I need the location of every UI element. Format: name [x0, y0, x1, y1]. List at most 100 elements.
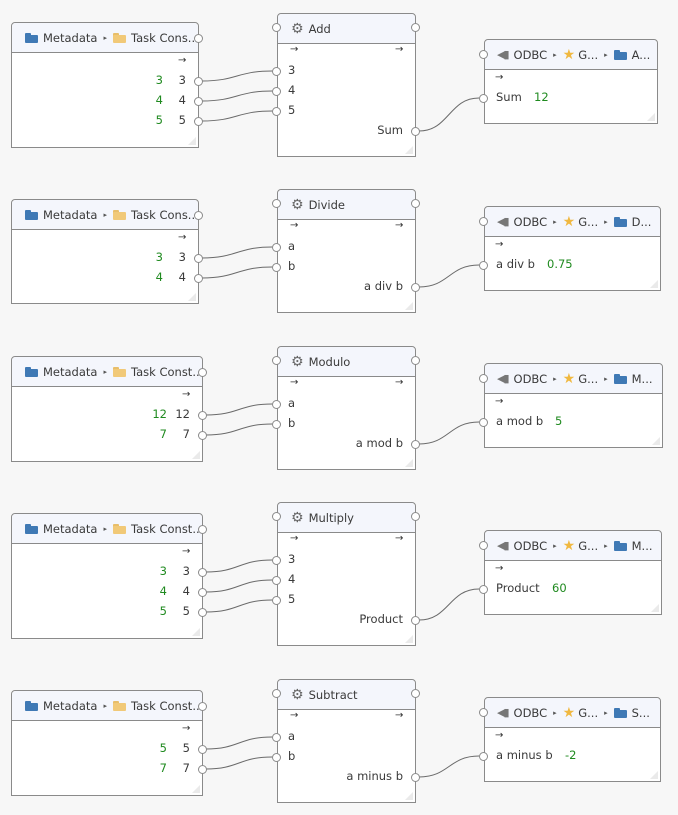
resize-grip-icon[interactable]	[650, 771, 658, 779]
operation-node-multiply[interactable]: ⚙ Multiply → → 3 4 5 Product	[272, 502, 420, 646]
operation-input-port[interactable]	[272, 23, 281, 32]
resize-grip-icon[interactable]	[188, 293, 196, 301]
operation-input-port[interactable]	[272, 87, 281, 96]
breadcrumb-item-odbc[interactable]: ◀▮ ODBC	[497, 215, 547, 229]
operation-input-port[interactable]	[272, 753, 281, 762]
source-node[interactable]: Metadata ▸ Task Cons... → 3 3 4 4	[11, 199, 203, 304]
operation-node-modulo[interactable]: ⚙ Modulo → → a b a mod b	[272, 346, 420, 470]
operation-result-port[interactable]	[411, 127, 420, 136]
breadcrumb-item-favorite[interactable]: ★ G...	[563, 48, 598, 62]
target-node-header[interactable]: ◀▮ ODBC ▸ ★ G... ▸ A...	[485, 40, 657, 70]
operation-result-port[interactable]	[411, 440, 420, 449]
target-node[interactable]: ◀▮ ODBC ▸ ★ G... ▸ M... → a mod b 5	[479, 363, 663, 448]
breadcrumb-item-folder[interactable]: A...	[613, 48, 650, 62]
resize-grip-icon[interactable]	[192, 451, 200, 459]
connection-wire[interactable]	[205, 599, 273, 613]
operation-input-port[interactable]	[272, 263, 281, 272]
constant-output-port[interactable]	[198, 568, 207, 577]
resize-grip-icon[interactable]	[650, 280, 658, 288]
resize-grip-icon[interactable]	[188, 137, 196, 145]
operation-output-port[interactable]	[411, 199, 420, 208]
operation-input-port[interactable]	[272, 420, 281, 429]
operation-input-port[interactable]	[272, 107, 281, 116]
target-node-header[interactable]: ◀▮ ODBC ▸ ★ G... ▸ M...	[485, 364, 662, 394]
connection-wire[interactable]	[205, 579, 273, 593]
resize-grip-icon[interactable]	[405, 792, 413, 800]
target-input-port[interactable]	[479, 708, 488, 717]
resize-grip-icon[interactable]	[192, 628, 200, 636]
operation-node-subtract[interactable]: ⚙ Subtract → → a b a minus b	[272, 679, 420, 803]
constant-output-port[interactable]	[194, 77, 203, 86]
target-node-header[interactable]: ◀▮ ODBC ▸ ★ G... ▸ S...	[485, 698, 660, 728]
target-node[interactable]: ◀▮ ODBC ▸ ★ G... ▸ S... → a minus b -2	[479, 697, 661, 782]
source-node[interactable]: Metadata ▸ Task Const... → 12 12 7 7	[11, 356, 207, 462]
resize-grip-icon[interactable]	[405, 146, 413, 154]
operation-input-port[interactable]	[272, 596, 281, 605]
operation-input-port[interactable]	[272, 356, 281, 365]
breadcrumb-item-metadata[interactable]: Metadata	[25, 365, 97, 379]
operation-result-port[interactable]	[411, 283, 420, 292]
breadcrumb-item-odbc[interactable]: ◀▮ ODBC	[497, 48, 547, 62]
connection-wire[interactable]	[201, 266, 273, 279]
operation-node-header[interactable]: ⚙ Subtract	[278, 680, 415, 710]
target-input-port[interactable]	[479, 541, 488, 550]
source-node-header[interactable]: Metadata ▸ Task Cons...	[12, 23, 198, 53]
breadcrumb-item-favorite[interactable]: ★ G...	[563, 539, 598, 553]
source-node-header[interactable]: Metadata ▸ Task Const...	[12, 514, 202, 544]
operation-output-port[interactable]	[411, 23, 420, 32]
breadcrumb-item-metadata[interactable]: Metadata	[25, 522, 97, 536]
operation-result-port[interactable]	[411, 773, 420, 782]
constant-output-port[interactable]	[198, 608, 207, 617]
resize-grip-icon[interactable]	[405, 635, 413, 643]
operation-node-header[interactable]: ⚙ Modulo	[278, 347, 415, 377]
operation-input-port[interactable]	[272, 243, 281, 252]
target-field-port[interactable]	[479, 585, 488, 594]
operation-output-port[interactable]	[411, 512, 420, 521]
breadcrumb-item-favorite[interactable]: ★ G...	[563, 706, 598, 720]
operation-node-header[interactable]: ⚙ Divide	[278, 190, 415, 220]
resize-grip-icon[interactable]	[405, 302, 413, 310]
operation-output-port[interactable]	[411, 689, 420, 698]
breadcrumb-item-task-constants[interactable]: Task Const...	[112, 522, 202, 536]
breadcrumb-item-folder[interactable]: D...	[613, 215, 651, 229]
breadcrumb-item-odbc[interactable]: ◀▮ ODBC	[497, 539, 547, 553]
resize-grip-icon[interactable]	[647, 113, 655, 121]
operation-input-port[interactable]	[272, 576, 281, 585]
constant-output-port[interactable]	[198, 588, 207, 597]
target-node-header[interactable]: ◀▮ ODBC ▸ ★ G... ▸ D...	[485, 207, 660, 237]
breadcrumb-item-task-constants[interactable]: Task Cons...	[112, 208, 198, 222]
operation-node-header[interactable]: ⚙ Multiply	[278, 503, 415, 533]
source-node-output-port[interactable]	[194, 211, 203, 220]
source-node-header[interactable]: Metadata ▸ Task Const...	[12, 691, 202, 721]
resize-grip-icon[interactable]	[405, 459, 413, 467]
operation-node-add[interactable]: ⚙ Add → → 3 4 5 Sum	[272, 13, 420, 157]
operation-input-port[interactable]	[272, 67, 281, 76]
breadcrumb-item-task-constants[interactable]: Task Const...	[112, 365, 202, 379]
connection-wire[interactable]	[205, 559, 273, 573]
breadcrumb-item-odbc[interactable]: ◀▮ ODBC	[497, 706, 547, 720]
operation-result-port[interactable]	[411, 616, 420, 625]
connection-wire[interactable]	[205, 423, 273, 436]
target-input-port[interactable]	[479, 217, 488, 226]
breadcrumb-item-folder[interactable]: M...	[613, 372, 653, 386]
operation-input-port[interactable]	[272, 556, 281, 565]
resize-grip-icon[interactable]	[192, 785, 200, 793]
target-node[interactable]: ◀▮ ODBC ▸ ★ G... ▸ A... → Sum 12	[479, 39, 658, 124]
connection-wire[interactable]	[201, 90, 273, 102]
breadcrumb-item-folder[interactable]: M...	[613, 539, 653, 553]
target-field-port[interactable]	[479, 261, 488, 270]
constant-output-port[interactable]	[194, 254, 203, 263]
breadcrumb-item-metadata[interactable]: Metadata	[25, 31, 97, 45]
constant-output-port[interactable]	[198, 431, 207, 440]
resize-grip-icon[interactable]	[652, 437, 660, 445]
target-node-header[interactable]: ◀▮ ODBC ▸ ★ G... ▸ M...	[485, 531, 661, 561]
connection-wire[interactable]	[201, 110, 273, 122]
breadcrumb-item-odbc[interactable]: ◀▮ ODBC	[497, 372, 547, 386]
source-node-output-port[interactable]	[194, 34, 203, 43]
source-node-output-port[interactable]	[198, 368, 207, 377]
source-node-output-port[interactable]	[198, 702, 207, 711]
source-node[interactable]: Metadata ▸ Task Cons... → 3 3 4 4 5 5	[11, 22, 203, 148]
target-input-port[interactable]	[479, 50, 488, 59]
connection-wire[interactable]	[418, 421, 480, 445]
breadcrumb-item-task-constants[interactable]: Task Cons...	[112, 31, 198, 45]
